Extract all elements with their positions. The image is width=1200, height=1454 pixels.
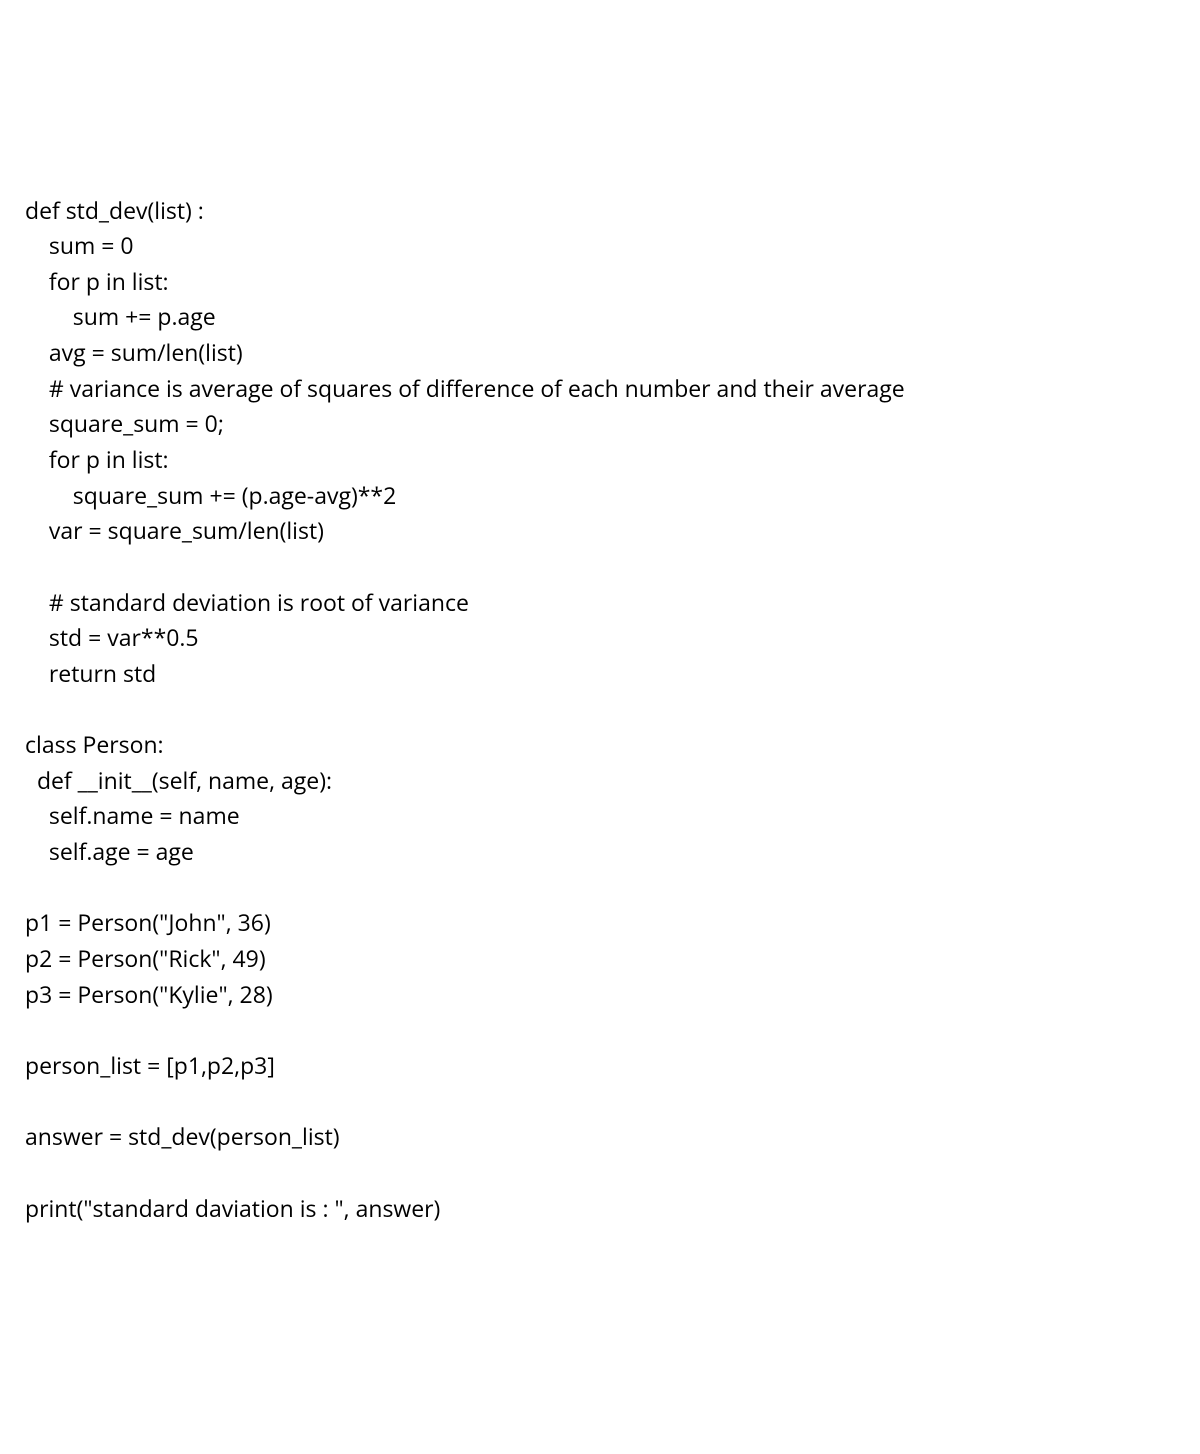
- code-snippet: def std_dev(list) : sum = 0 for p in lis…: [25, 193, 1175, 1227]
